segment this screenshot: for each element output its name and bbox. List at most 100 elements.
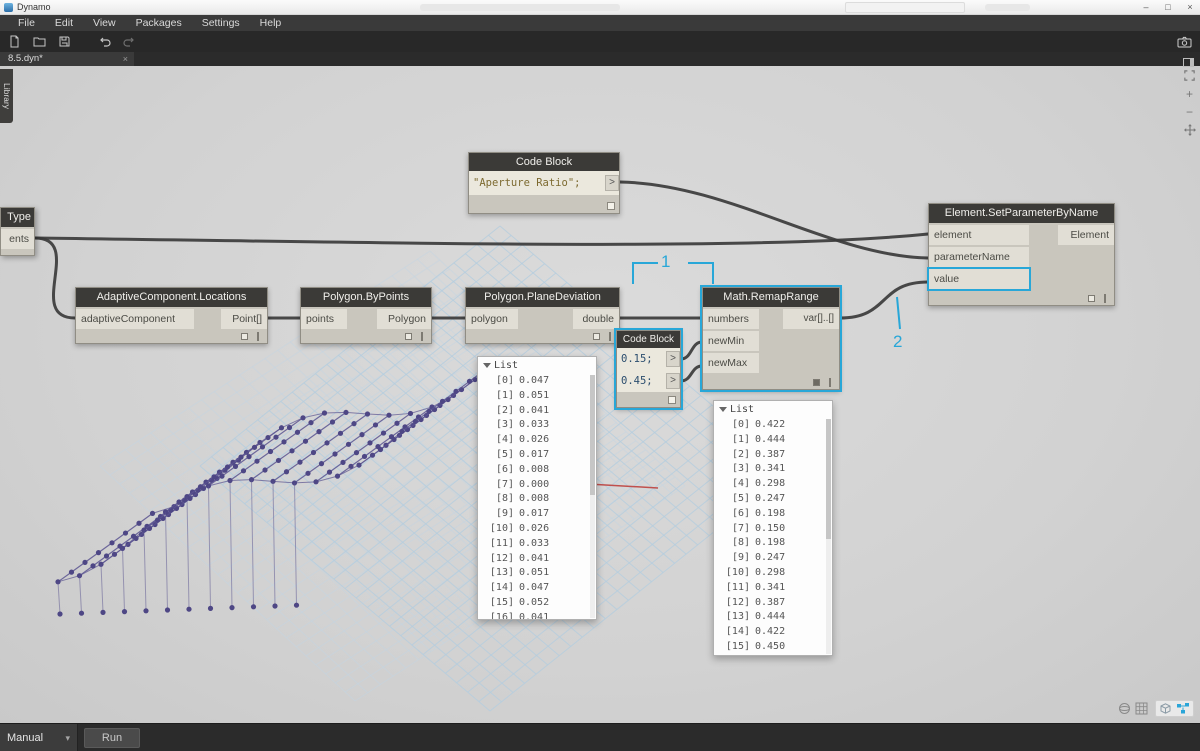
port-input-points[interactable]: points — [301, 309, 347, 329]
list-item: [4] 0.026 — [495, 434, 550, 446]
lacing-icon[interactable] — [257, 332, 259, 341]
run-button[interactable]: Run — [84, 728, 140, 748]
preview-toggle-icon[interactable] — [813, 379, 820, 386]
redo-button[interactable] — [121, 34, 137, 50]
node-title[interactable]: Polygon.PlaneDeviation — [466, 288, 619, 307]
pan-button[interactable] — [1183, 124, 1197, 138]
port-output-points[interactable]: Point[] — [221, 309, 267, 329]
zoom-controls: + − — [1182, 70, 1197, 138]
port-output-elements[interactable]: ents — [1, 229, 34, 249]
port-input-polygon[interactable]: polygon — [466, 309, 518, 329]
new-file-button[interactable] — [6, 34, 22, 50]
scrollbar[interactable] — [590, 375, 595, 618]
lacing-icon[interactable] — [421, 332, 423, 341]
node-code-block-aperture[interactable]: Code Block "Aperture Ratio"; > — [468, 152, 620, 214]
maximize-button[interactable]: □ — [1161, 0, 1175, 14]
export-image-button[interactable] — [1176, 33, 1192, 49]
scrollbar[interactable] — [826, 419, 831, 654]
node-adaptive-component-locations[interactable]: AdaptiveComponent.Locations adaptiveComp… — [75, 287, 268, 344]
document-tab[interactable]: 8.5.dyn* × — [0, 52, 134, 66]
background-3d-toggle-icon[interactable] — [1159, 702, 1172, 715]
toolbar — [0, 31, 1200, 52]
pan-icon — [1183, 124, 1196, 136]
lacing-icon[interactable] — [609, 332, 611, 341]
port-output-code[interactable]: > — [605, 175, 619, 191]
port-input-adaptive-component[interactable]: adaptiveComponent — [76, 309, 194, 329]
list-item: [14] 0.047 — [489, 582, 550, 594]
preview-toggle-icon[interactable] — [405, 333, 412, 340]
preview-toggle-icon[interactable] — [1088, 295, 1095, 302]
preview-checkbox[interactable] — [668, 396, 676, 404]
port-input-new-max[interactable]: newMax — [703, 353, 759, 373]
node-title[interactable]: Math.RemapRange — [703, 288, 839, 307]
tab-close-icon[interactable]: × — [123, 52, 128, 66]
node-title[interactable]: Polygon.ByPoints — [301, 288, 431, 307]
library-sidebar-tab[interactable]: Library — [0, 69, 13, 123]
collapse-icon[interactable] — [483, 363, 491, 368]
list-item: [4] 0.298 — [731, 478, 786, 490]
list-item: [0] 0.047 — [495, 375, 550, 386]
node-title[interactable]: Code Block — [617, 331, 680, 348]
zoom-out-button[interactable]: − — [1183, 106, 1197, 120]
node-title[interactable]: Element.SetParameterByName — [929, 204, 1114, 223]
menu-view[interactable]: View — [83, 15, 126, 31]
panel-toggle-button[interactable] — [1183, 54, 1194, 72]
graph-canvas[interactable]: Library + − Type ents Code Block "Apertu… — [0, 66, 1200, 723]
undo-button[interactable] — [96, 34, 112, 50]
menu-edit[interactable]: Edit — [45, 15, 83, 31]
list-rows: [0] 0.047 [1] 0.051 [2] 0.041 [3] 0.033 [4] 0.026… — [478, 374, 596, 619]
port-input-new-min[interactable]: newMin — [703, 331, 759, 351]
port-output-1[interactable]: > — [666, 351, 680, 367]
close-button[interactable]: × — [1183, 0, 1197, 14]
tab-bar: 8.5.dyn* × — [0, 52, 1200, 67]
menu-file[interactable]: File — [8, 15, 45, 31]
port-output-element[interactable]: Element — [1058, 225, 1114, 245]
port-input-parameter-name[interactable]: parameterName — [929, 247, 1029, 267]
node-title[interactable]: Type — [1, 208, 34, 227]
node-math-remap-range[interactable]: Math.RemapRange numbers var[]..[] newMin… — [700, 285, 842, 392]
node-title[interactable]: Code Block — [469, 153, 619, 171]
node-polygon-plane-deviation[interactable]: Polygon.PlaneDeviation polygon double — [465, 287, 620, 344]
port-output-double[interactable]: double — [573, 309, 619, 329]
grid-toggle-icon[interactable] — [1135, 702, 1148, 715]
list-item: [9] 0.017 — [495, 508, 550, 520]
preview-toggle-icon[interactable] — [593, 333, 600, 340]
port-output-polygon[interactable]: Polygon — [377, 309, 431, 329]
list-item: [15] 0.052 — [489, 596, 550, 608]
save-button[interactable] — [56, 34, 72, 50]
run-mode-select[interactable]: Manual ▾ — [0, 724, 78, 751]
graph-view-toggle-icon[interactable] — [1176, 702, 1190, 715]
scrollbar-thumb[interactable] — [590, 375, 595, 495]
scrollbar-thumb[interactable] — [826, 419, 831, 539]
open-file-icon — [33, 37, 45, 47]
code-block-line-1[interactable]: 0.15; — [617, 348, 657, 370]
port-input-value[interactable]: value — [929, 269, 1029, 289]
port-output-var[interactable]: var[]..[] — [783, 309, 839, 329]
preview-checkbox[interactable] — [607, 202, 615, 210]
node-element-set-parameter-by-name[interactable]: Element.SetParameterByName element Eleme… — [928, 203, 1115, 306]
panel-toggle-icon — [1183, 58, 1194, 67]
list-item: [8] 0.008 — [495, 493, 550, 505]
collapse-icon[interactable] — [719, 407, 727, 412]
node-family-type-partial[interactable]: Type ents — [0, 207, 35, 256]
code-block-text[interactable]: "Aperture Ratio"; — [469, 172, 584, 194]
node-title[interactable]: AdaptiveComponent.Locations — [76, 288, 267, 307]
geometry-view-icon[interactable] — [1118, 702, 1131, 715]
zoom-in-button[interactable]: + — [1183, 88, 1197, 102]
open-file-button[interactable] — [31, 34, 47, 50]
preview-toggle-icon[interactable] — [241, 333, 248, 340]
menu-packages[interactable]: Packages — [126, 15, 192, 31]
lacing-icon[interactable] — [829, 378, 831, 387]
port-input-element[interactable]: element — [929, 225, 1029, 245]
menu-help[interactable]: Help — [250, 15, 292, 31]
minimize-button[interactable]: – — [1139, 0, 1153, 14]
lacing-icon[interactable] — [1104, 294, 1106, 303]
code-block-line-2[interactable]: 0.45; — [617, 370, 657, 392]
node-polygon-by-points[interactable]: Polygon.ByPoints points Polygon — [300, 287, 432, 344]
node-code-block-range[interactable]: Code Block 0.15; > 0.45; > — [614, 328, 683, 410]
port-input-numbers[interactable]: numbers — [703, 309, 759, 329]
list-item: [10] 0.298 — [725, 566, 786, 578]
fit-view-button[interactable] — [1183, 70, 1197, 84]
menu-settings[interactable]: Settings — [192, 15, 250, 31]
port-output-2[interactable]: > — [666, 373, 680, 389]
